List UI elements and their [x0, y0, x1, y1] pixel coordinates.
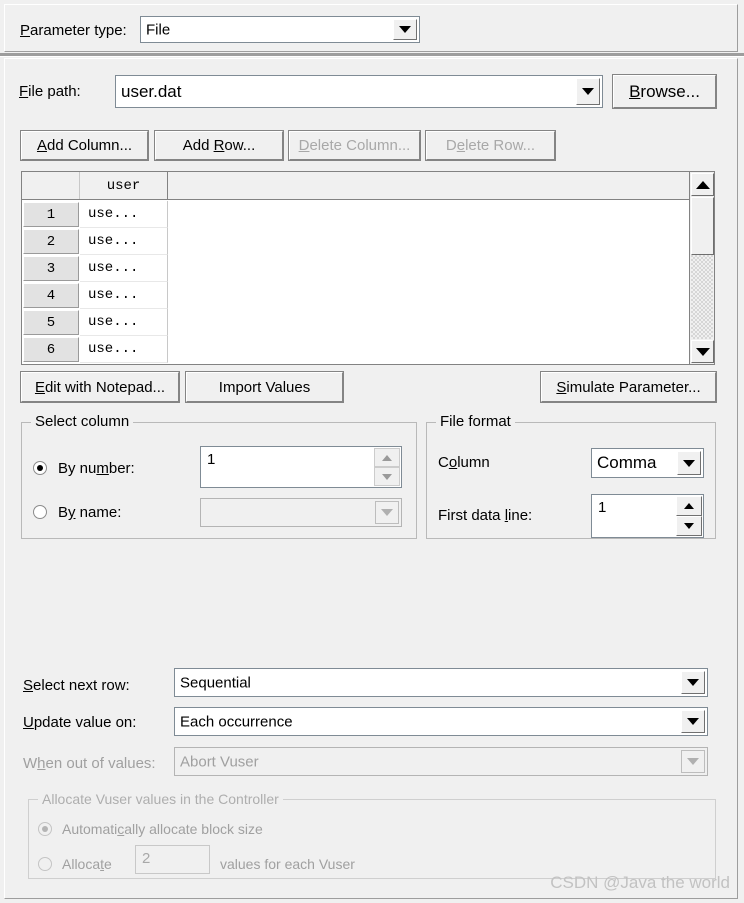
- allocate-group-caption: Allocate Vuser values in the Controller: [38, 790, 283, 808]
- auto-allocate-radio[interactable]: [38, 822, 52, 836]
- select-next-row-combo[interactable]: Sequential: [174, 668, 708, 697]
- parameter-data-grid[interactable]: user 1 use... 2 use... 3 use... 4 use... 5 use...…: [21, 171, 715, 365]
- grid-vertical-scrollbar[interactable]: [689, 172, 714, 364]
- select-column-caption: Select column: [31, 413, 134, 431]
- when-out-of-values-value: Abort Vuser: [180, 753, 259, 770]
- spinner-down-icon[interactable]: [676, 516, 702, 536]
- chevron-down-icon[interactable]: [393, 19, 417, 40]
- row-number-header[interactable]: 5: [23, 310, 79, 335]
- grid-cell-user[interactable]: use...: [80, 201, 168, 228]
- grid-cell-user[interactable]: use...: [80, 228, 168, 255]
- import-values-label: Import Values: [218, 378, 311, 396]
- grid-cell-user[interactable]: use...: [80, 255, 168, 282]
- row-number-header[interactable]: 6: [23, 337, 79, 362]
- auto-allocate-label: Automatically allocate block size: [62, 821, 263, 837]
- edit-with-notepad-button[interactable]: Edit with Notepad...: [20, 371, 180, 403]
- file-format-caption: File format: [436, 413, 515, 431]
- when-out-of-values-label: When out of values:: [23, 755, 156, 772]
- table-row[interactable]: 2 use...: [22, 228, 714, 255]
- spinner-up-icon[interactable]: [374, 448, 400, 467]
- simulate-parameter-button[interactable]: Simulate Parameter...: [540, 371, 717, 403]
- column-separator-combo[interactable]: Comma: [591, 448, 704, 478]
- select-next-row-label: Select next row:: [23, 677, 130, 694]
- column-number-value: 1: [207, 451, 216, 468]
- table-row[interactable]: 5 use...: [22, 309, 714, 336]
- grid-column-header-user[interactable]: user: [80, 172, 168, 199]
- scroll-down-button[interactable]: [691, 340, 714, 363]
- row-number-header[interactable]: 2: [23, 229, 79, 254]
- scroll-up-button[interactable]: [691, 173, 714, 196]
- row-number-header[interactable]: 3: [23, 256, 79, 281]
- table-row[interactable]: 1 use...: [22, 201, 714, 228]
- table-row[interactable]: 6 use...: [22, 336, 714, 363]
- row-number-header[interactable]: 4: [23, 283, 79, 308]
- grid-cell-user[interactable]: use...: [80, 282, 168, 309]
- column-separator-label: Column: [438, 454, 490, 471]
- delete-column-button[interactable]: Delete Column...: [288, 130, 421, 161]
- by-number-radio[interactable]: [33, 461, 47, 475]
- allocate-suffix-label: values for each Vuser: [220, 856, 355, 872]
- column-name-combo[interactable]: [200, 498, 402, 527]
- first-data-line-spinner[interactable]: 1: [591, 494, 704, 538]
- select-next-row-value: Sequential: [180, 674, 251, 691]
- first-data-line-value: 1: [598, 499, 607, 516]
- by-number-label: By number:: [58, 460, 135, 477]
- add-row-button[interactable]: Add Row...: [154, 130, 284, 161]
- grid-corner-cell: [22, 172, 80, 199]
- parameter-type-value: File: [146, 21, 171, 38]
- grid-cell-user[interactable]: use...: [80, 336, 168, 363]
- add-column-button[interactable]: Add Column...: [20, 130, 149, 161]
- chevron-down-icon[interactable]: [677, 451, 701, 475]
- update-value-on-label: Update value on:: [23, 714, 137, 731]
- chevron-down-icon[interactable]: [681, 671, 705, 694]
- parameter-type-label: Parameter type:: [20, 22, 127, 39]
- chevron-down-icon[interactable]: [681, 750, 705, 773]
- parameter-type-panel: Parameter type: File: [4, 4, 738, 52]
- table-row[interactable]: 4 use...: [22, 282, 714, 309]
- first-data-line-label: First data line:: [438, 507, 533, 524]
- chevron-down-icon[interactable]: [375, 501, 399, 524]
- allocate-count-input[interactable]: 2: [135, 845, 210, 874]
- allocate-count-value: 2: [142, 850, 151, 867]
- grid-header-row: user: [22, 172, 714, 200]
- table-row[interactable]: 3 use...: [22, 255, 714, 282]
- file-path-label-text: ile path:: [28, 83, 81, 100]
- file-path-combo[interactable]: user.dat: [115, 75, 603, 108]
- delete-row-button[interactable]: Delete Row...: [425, 130, 556, 161]
- by-name-label: By name:: [58, 504, 122, 521]
- allocate-fixed-label: Allocate: [62, 856, 112, 872]
- parameter-type-label-text: arameter type:: [30, 22, 127, 39]
- column-separator-value: Comma: [597, 453, 657, 472]
- row-number-header[interactable]: 1: [23, 202, 79, 227]
- file-path-label: File path:: [19, 83, 81, 100]
- spinner-up-icon[interactable]: [676, 496, 702, 516]
- file-path-value: user.dat: [121, 81, 182, 101]
- chevron-down-icon[interactable]: [576, 78, 600, 105]
- update-value-on-combo[interactable]: Each occurrence: [174, 707, 708, 736]
- allocate-fixed-radio[interactable]: [38, 857, 52, 871]
- parameter-type-combo[interactable]: File: [140, 16, 420, 43]
- browse-button[interactable]: Browse...: [612, 74, 717, 109]
- when-out-of-values-combo[interactable]: Abort Vuser: [174, 747, 708, 776]
- column-number-spinner[interactable]: 1: [200, 446, 402, 488]
- spinner-down-icon[interactable]: [374, 467, 400, 486]
- import-values-button[interactable]: Import Values: [185, 371, 344, 403]
- panel-separator: [0, 53, 744, 57]
- scrollbar-thumb[interactable]: [691, 197, 714, 255]
- grid-cell-user[interactable]: use...: [80, 309, 168, 336]
- chevron-down-icon[interactable]: [681, 710, 705, 733]
- by-name-radio[interactable]: [33, 505, 47, 519]
- update-value-on-value: Each occurrence: [180, 713, 293, 730]
- watermark-text: CSDN @Java the world: [550, 873, 730, 892]
